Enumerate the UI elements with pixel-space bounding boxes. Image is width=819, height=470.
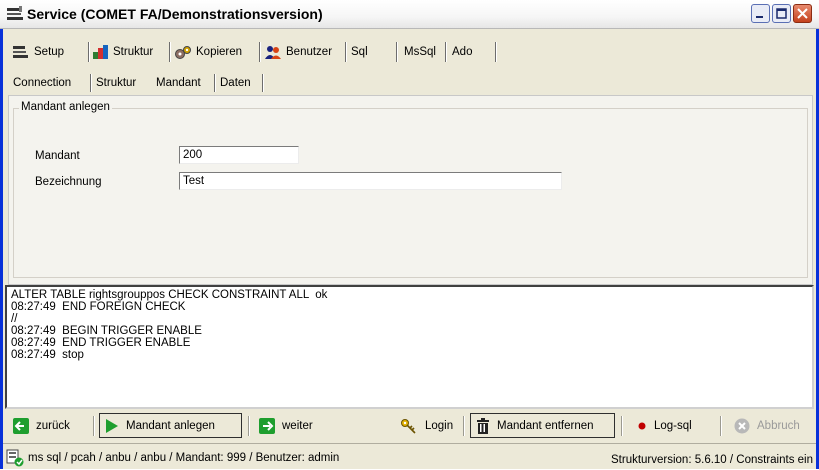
tab-mssql-label: MsSql	[404, 46, 436, 58]
back-button[interactable]: zurück	[8, 413, 75, 438]
login-button-label: Login	[425, 419, 454, 432]
subtab-struktur[interactable]: Struktur	[96, 72, 136, 94]
log-line: //	[11, 313, 18, 325]
status-left-text: ms sql / pcah / anbu / anbu / Mandant: 9…	[28, 452, 340, 464]
tab-kopieren[interactable]: Kopieren	[174, 39, 242, 65]
group-title: Mandant anlegen	[19, 101, 112, 113]
trash-icon	[477, 417, 489, 434]
abort-button[interactable]: Abbruch	[729, 413, 805, 438]
users-icon	[265, 45, 281, 59]
struktur-icon	[93, 44, 108, 59]
next-button[interactable]: weiter	[254, 413, 318, 438]
arrow-right-icon	[259, 417, 275, 434]
keys-icon	[401, 418, 416, 434]
tab-sql-label: Sql	[351, 46, 368, 58]
minimize-icon	[756, 16, 763, 18]
log-sql-label: Log-sql	[654, 419, 692, 432]
tab-setup[interactable]: Setup	[12, 39, 64, 65]
create-mandant-button[interactable]: Mandant anlegen	[99, 413, 242, 438]
tab-setup-label: Setup	[34, 46, 65, 58]
login-button[interactable]: Login	[395, 413, 458, 438]
status-version: Strukturversion: 5.6.10 / Constraints ei…	[611, 454, 813, 466]
create-mandant-label: Mandant anlegen	[126, 419, 215, 432]
cancel-icon	[734, 418, 750, 433]
subtab-struktur-label: Struktur	[96, 77, 137, 89]
remove-mandant-button[interactable]: Mandant entfernen	[470, 413, 615, 438]
tab-kopieren-label: Kopieren	[196, 46, 243, 58]
tab-benutzer[interactable]: Benutzer	[264, 39, 332, 65]
tab-struktur-label: Struktur	[113, 46, 154, 58]
status-bar: ms sql / pcah / anbu / anbu / Mandant: 9…	[3, 443, 816, 470]
bezeichnung-field[interactable]: Test	[179, 172, 562, 190]
minimize-button[interactable]	[751, 4, 770, 23]
mandant-field[interactable]: 200	[179, 146, 299, 164]
subtab-mandant[interactable]: Mandant	[156, 72, 201, 94]
back-button-label: zurück	[36, 419, 70, 432]
subtab-connection[interactable]: Connection	[13, 72, 71, 94]
mandant-panel: Mandant anlegen Mandant 200 Bezeichnung …	[8, 95, 813, 285]
gears-icon	[175, 45, 191, 59]
log-output[interactable]: ALTER TABLE rightsgrouppos CHECK CONSTRA…	[5, 285, 814, 409]
mandant-label: Mandant	[35, 150, 80, 162]
tab-struktur[interactable]: Struktur	[93, 39, 153, 65]
log-line: 08:27:49 END FOREIGN CHECK	[11, 301, 186, 313]
bezeichnung-label: Bezeichnung	[35, 176, 102, 188]
tab-ado-label: Ado	[452, 46, 473, 58]
log-line: 08:27:49 stop	[11, 349, 84, 361]
window-title: Service (COMET FA/Demonstrationsversion)	[27, 6, 323, 22]
subtab-daten-label: Daten	[220, 77, 251, 89]
tab-ado[interactable]: Ado	[452, 39, 472, 65]
abort-button-label: Abbruch	[757, 419, 800, 432]
title-bar[interactable]: Service (COMET FA/Demonstrationsversion)	[0, 0, 819, 29]
maximize-button[interactable]	[772, 4, 791, 23]
red-dot-icon	[638, 422, 646, 429]
main-tab-bar: Setup Struktur Kopieren Benutzer Sql MsS…	[3, 39, 816, 65]
status-connection: ms sql / pcah / anbu / anbu / Mandant: 9…	[6, 449, 339, 467]
service-app-icon	[7, 6, 23, 20]
log-line: ALTER TABLE rightsgrouppos CHECK CONSTRA…	[11, 289, 328, 301]
database-connection-icon	[6, 449, 24, 467]
log-line: 08:27:49 END TRIGGER ENABLE	[11, 337, 191, 349]
action-bar: zurück Mandant anlegen weiter Login Mand…	[5, 412, 814, 440]
subtab-mandant-label: Mandant	[156, 77, 201, 89]
arrow-left-icon	[13, 417, 29, 434]
next-button-label: weiter	[282, 419, 313, 432]
play-icon	[106, 418, 118, 433]
subtab-connection-label: Connection	[13, 77, 72, 89]
mandant-groupbox	[13, 108, 808, 278]
tab-benutzer-label: Benutzer	[286, 46, 333, 58]
log-sql-button[interactable]: Log-sql	[632, 413, 697, 438]
setup-icon	[13, 46, 28, 58]
tab-mssql[interactable]: MsSql	[404, 39, 436, 65]
close-button[interactable]	[793, 4, 812, 23]
subtab-daten[interactable]: Daten	[220, 72, 251, 94]
sub-tab-bar: Connection Struktur Mandant Daten	[3, 72, 816, 94]
remove-mandant-label: Mandant entfernen	[497, 419, 594, 432]
maximize-icon	[776, 8, 787, 19]
tab-sql[interactable]: Sql	[351, 39, 368, 65]
close-icon	[797, 8, 808, 19]
log-line: 08:27:49 BEGIN TRIGGER ENABLE	[11, 325, 202, 337]
